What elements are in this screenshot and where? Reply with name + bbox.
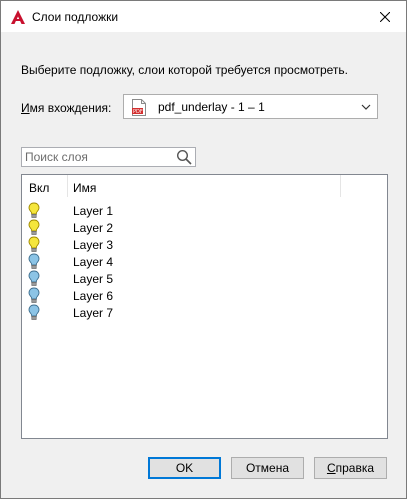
- window-title: Слои подложки: [32, 10, 119, 24]
- autocad-a-icon: [11, 10, 25, 24]
- instruction-text: Выберите подложку, слои которой требуетс…: [21, 63, 348, 77]
- lightbulb-off-icon[interactable]: [27, 287, 41, 304]
- help-button[interactable]: Справка: [314, 457, 387, 479]
- layer-row[interactable]: Layer 2: [22, 219, 387, 236]
- reference-label-text: мя вхождения:: [29, 101, 112, 115]
- chevron-down-icon: [361, 104, 371, 110]
- layer-name: Layer 5: [73, 272, 114, 286]
- layer-search-box[interactable]: [21, 147, 196, 167]
- layer-row[interactable]: Layer 4: [22, 253, 387, 270]
- pdf-file-icon: PDF: [132, 99, 146, 116]
- lightbulb-off-icon[interactable]: [27, 270, 41, 287]
- lightbulb-off-icon[interactable]: [27, 304, 41, 321]
- help-label: правка: [335, 461, 375, 475]
- column-separator[interactable]: [67, 175, 68, 197]
- layer-row[interactable]: Layer 1: [22, 202, 387, 219]
- title-bar[interactable]: Слои подложки: [1, 1, 406, 32]
- reference-dropdown-value: pdf_underlay - 1 – 1: [158, 100, 265, 114]
- layer-row[interactable]: Layer 5: [22, 270, 387, 287]
- column-header-name[interactable]: Имя: [73, 181, 96, 195]
- column-separator[interactable]: [340, 175, 341, 197]
- layer-name: Layer 2: [73, 221, 114, 235]
- lightbulb-off-icon[interactable]: [27, 253, 41, 270]
- layer-name: Layer 3: [73, 238, 114, 252]
- help-mnemonic: С: [326, 461, 336, 475]
- reference-dropdown[interactable]: PDF pdf_underlay - 1 – 1: [123, 94, 378, 119]
- ok-button[interactable]: OK: [148, 457, 221, 479]
- layer-row[interactable]: Layer 6: [22, 287, 387, 304]
- search-icon[interactable]: [176, 149, 192, 165]
- dialog-window: Слои подложки Выберите подложку, слои ко…: [0, 0, 407, 499]
- layer-name: Layer 4: [73, 255, 114, 269]
- layer-name: Layer 1: [73, 204, 114, 218]
- close-icon: [380, 11, 390, 22]
- close-button[interactable]: [364, 1, 406, 32]
- svg-text:PDF: PDF: [133, 109, 143, 115]
- cancel-button[interactable]: Отмена: [231, 457, 304, 479]
- layer-row[interactable]: Layer 3: [22, 236, 387, 253]
- layer-list-header: Вкл Имя: [22, 175, 387, 199]
- layer-list[interactable]: Вкл Имя Layer 1 Layer 2 Layer 3 Layer 4 Laye…: [21, 174, 388, 439]
- layer-name: Layer 7: [73, 306, 114, 320]
- layer-search-input[interactable]: [22, 148, 174, 166]
- reference-name-label: Имя вхождения:: [21, 101, 111, 115]
- reference-label-mnemonic: И: [21, 101, 30, 115]
- column-header-on[interactable]: Вкл: [29, 181, 49, 195]
- lightbulb-on-icon[interactable]: [27, 219, 41, 236]
- layer-row[interactable]: Layer 7: [22, 304, 387, 321]
- lightbulb-on-icon[interactable]: [27, 202, 41, 219]
- lightbulb-on-icon[interactable]: [27, 236, 41, 253]
- layer-name: Layer 6: [73, 289, 114, 303]
